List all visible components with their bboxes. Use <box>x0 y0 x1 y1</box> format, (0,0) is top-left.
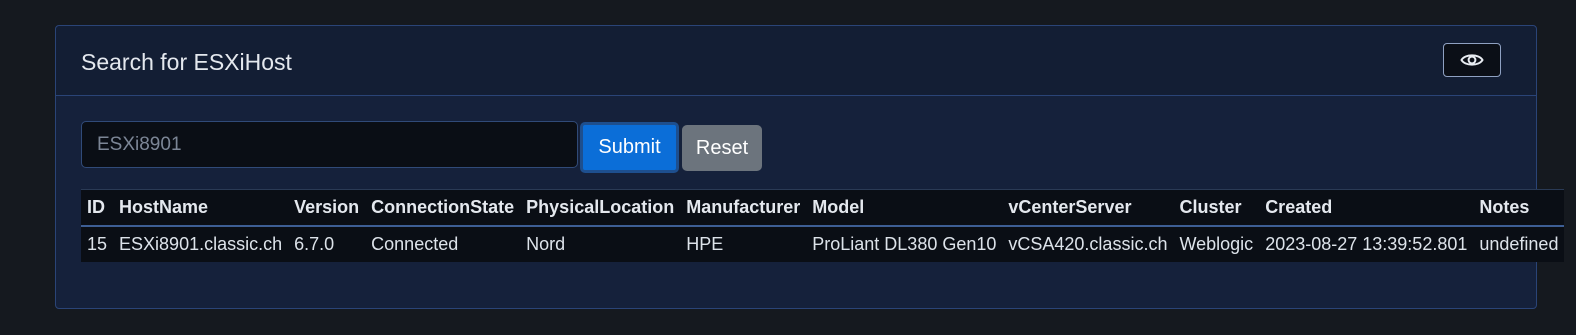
cell-physical-location: Nord <box>526 233 566 254</box>
column-header-physical-location: PhysicalLocation <box>526 196 675 217</box>
card-body: Submit Reset ID HostName Versio <box>56 96 1565 309</box>
cell-model: ProLiant DL380 Gen10 <box>812 233 997 254</box>
column-header-model: Model <box>812 196 865 217</box>
column-header-created: Created <box>1265 196 1333 217</box>
column-header-version: Version <box>294 196 360 217</box>
cell-id: 15 <box>87 233 108 254</box>
cell-cluster: Weblogic <box>1179 233 1254 254</box>
cell-created: 2023-08-27 13:39:52.801 <box>1265 233 1468 254</box>
eye-icon <box>1460 52 1484 68</box>
reset-button[interactable]: Reset <box>682 125 762 171</box>
cell-vcenter-server: vCSA420.classic.ch <box>1008 233 1168 254</box>
cell-manufacturer: HPE <box>686 233 724 254</box>
card-title: Search for ESXiHost <box>81 49 292 75</box>
cell-connection-state: Connected <box>371 233 459 254</box>
table-row: 15 ESXi8901.classic.ch 6.7.0 Connected N… <box>81 225 1565 262</box>
cell-version: 6.7.0 <box>294 233 335 254</box>
toggle-visibility-button[interactable] <box>1443 43 1501 77</box>
results-table: ID HostName Version ConnectionState Phys… <box>81 189 1565 262</box>
table-header-row: ID HostName Version ConnectionState Phys… <box>81 189 1565 226</box>
cell-notes: undefined <box>1479 233 1559 254</box>
column-header-notes: Notes <box>1479 196 1530 217</box>
column-header-hostname: HostName <box>119 196 209 217</box>
column-header-cluster: Cluster <box>1179 196 1242 217</box>
cell-hostname: ESXi8901.classic.ch <box>119 233 283 254</box>
column-header-vcenter-server: vCenterServer <box>1008 196 1132 217</box>
card-header: Search for ESXiHost <box>56 26 1536 96</box>
search-input[interactable] <box>81 121 578 168</box>
column-header-id: ID <box>87 196 105 217</box>
column-header-connection-state: ConnectionState <box>371 196 515 217</box>
column-header-manufacturer: Manufacturer <box>686 196 801 217</box>
search-card: Search for ESXiHost Submit Reset <box>55 25 1565 309</box>
submit-button[interactable]: Submit <box>580 122 679 173</box>
